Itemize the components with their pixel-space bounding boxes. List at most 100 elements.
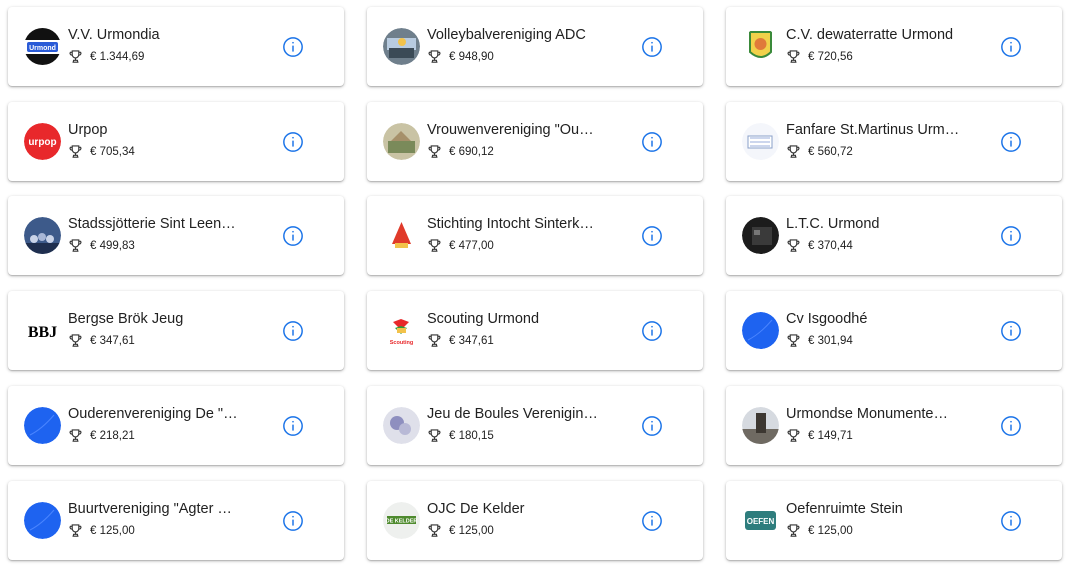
info-icon[interactable] [641,320,663,342]
club-logo [24,502,61,539]
info-icon[interactable] [282,131,304,153]
amount-row: € 370,44 [786,238,853,253]
club-logo [742,217,779,254]
club-name: Urmondse Monumente… [786,406,948,422]
amount-row: € 499,83 [68,238,135,253]
club-name: Bergse Brök Jeug [68,311,184,327]
club-card[interactable]: OEFEN Oefenruimte Stein € 125,00 [726,481,1062,560]
svg-text:OEFEN: OEFEN [747,517,775,526]
trophy-icon [68,523,83,538]
club-amount: € 560,72 [808,145,853,158]
club-logo [383,217,420,254]
club-card[interactable]: C.V. dewaterratte Urmond € 720,56 [726,7,1062,86]
amount-row: € 347,61 [68,333,135,348]
club-logo [383,407,420,444]
club-name: Volleybalvereniging ADC [427,27,586,43]
info-icon[interactable] [282,510,304,532]
amount-row: € 149,71 [786,428,853,443]
trophy-icon [68,49,83,64]
amount-row: € 720,56 [786,49,853,64]
club-amount: € 347,61 [449,334,494,347]
info-icon[interactable] [1000,510,1022,532]
club-amount: € 180,15 [449,429,494,442]
info-icon[interactable] [282,415,304,437]
info-icon[interactable] [641,510,663,532]
club-card[interactable]: Urmond V.V. Urmondia € 1.344,69 [8,7,344,86]
club-logo: OEFEN [742,502,779,539]
club-card[interactable]: Cv Isgoodhé € 301,94 [726,291,1062,370]
club-name: Stadssjötterie Sint Leen… [68,216,236,232]
svg-text:Urmond: Urmond [29,45,56,52]
club-card[interactable]: urpop Urpop € 705,34 [8,102,344,181]
info-icon[interactable] [641,415,663,437]
info-icon[interactable] [1000,415,1022,437]
club-card[interactable]: BBJ Bergse Brök Jeug € 347,61 [8,291,344,370]
amount-row: € 347,61 [427,333,494,348]
info-icon[interactable] [282,36,304,58]
trophy-icon [786,333,801,348]
info-icon[interactable] [1000,225,1022,247]
club-logo [24,407,61,444]
club-card-grid: Urmond V.V. Urmondia € 1.344,69 Volleyba… [0,0,1070,570]
club-amount: € 948,90 [449,50,494,63]
club-name: L.T.C. Urmond [786,216,880,232]
trophy-icon [786,49,801,64]
club-amount: € 125,00 [808,524,853,537]
club-amount: € 347,61 [90,334,135,347]
amount-row: € 948,90 [427,49,494,64]
club-logo [383,28,420,65]
info-icon[interactable] [282,225,304,247]
club-amount: € 125,00 [449,524,494,537]
club-name: Stichting Intocht Sinterk… [427,216,594,232]
club-logo: Urmond [24,28,61,65]
club-amount: € 720,56 [808,50,853,63]
club-card[interactable]: Stichting Intocht Sinterk… € 477,00 [367,196,703,275]
club-card[interactable]: Buurtvereniging "Agter … € 125,00 [8,481,344,560]
trophy-icon [427,49,442,64]
club-name: Scouting Urmond [427,311,540,327]
trophy-icon [786,238,801,253]
club-logo [742,407,779,444]
amount-row: € 690,12 [427,144,494,159]
info-icon[interactable] [1000,131,1022,153]
info-icon[interactable] [641,131,663,153]
amount-row: € 180,15 [427,428,494,443]
club-logo [742,123,779,160]
svg-text:Scouting: Scouting [390,340,414,346]
club-name: Oefenruimte Stein [786,501,903,517]
club-card[interactable]: Ouderenvereniging De "… € 218,21 [8,386,344,465]
club-card[interactable]: Volleybalvereniging ADC € 948,90 [367,7,703,86]
amount-row: € 301,94 [786,333,853,348]
trophy-icon [427,428,442,443]
club-logo [383,123,420,160]
info-icon[interactable] [1000,36,1022,58]
club-logo [742,312,779,349]
club-card[interactable]: Vrouwenvereniging "Ou… € 690,12 [367,102,703,181]
club-name: Cv Isgoodhé [786,311,868,327]
info-icon[interactable] [641,36,663,58]
club-card[interactable]: L.T.C. Urmond € 370,44 [726,196,1062,275]
club-card[interactable]: Jeu de Boules Verenigin… € 180,15 [367,386,703,465]
club-card[interactable]: Fanfare St.Martinus Urm… € 560,72 [726,102,1062,181]
amount-row: € 125,00 [427,523,494,538]
amount-row: € 560,72 [786,144,853,159]
club-card[interactable]: Stadssjötterie Sint Leen… € 499,83 [8,196,344,275]
club-card[interactable]: Urmondse Monumente… € 149,71 [726,386,1062,465]
club-amount: € 499,83 [90,239,135,252]
club-amount: € 149,71 [808,429,853,442]
amount-row: € 125,00 [786,523,853,538]
club-card[interactable]: DE KELDER OJC De Kelder € 125,00 [367,481,703,560]
info-icon[interactable] [1000,320,1022,342]
club-amount: € 477,00 [449,239,494,252]
amount-row: € 218,21 [68,428,135,443]
info-icon[interactable] [282,320,304,342]
amount-row: € 477,00 [427,238,494,253]
club-card[interactable]: Scouting Scouting Urmond € 347,61 [367,291,703,370]
info-icon[interactable] [641,225,663,247]
trophy-icon [786,144,801,159]
club-amount: € 370,44 [808,239,853,252]
club-amount: € 1.344,69 [90,50,145,63]
trophy-icon [68,333,83,348]
amount-row: € 125,00 [68,523,135,538]
club-name: V.V. Urmondia [68,27,160,43]
